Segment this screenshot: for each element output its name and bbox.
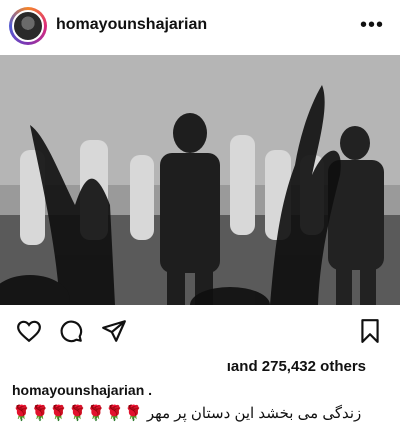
username[interactable]: homayounshajarian xyxy=(56,16,207,34)
concert-photo xyxy=(0,55,400,305)
heart-icon[interactable] xyxy=(16,318,42,344)
comment-icon[interactable] xyxy=(58,318,84,344)
paper-plane-icon[interactable] xyxy=(101,318,127,344)
story-ring[interactable] xyxy=(9,7,47,45)
post-header: homayounshajarian ••• xyxy=(0,0,400,52)
caption-text: زندگی می بخشد این دستان پر مهر 🌹🌹🌹🌹🌹🌹🌹 xyxy=(12,405,362,422)
more-options-icon[interactable]: ••• xyxy=(360,14,384,37)
caption-username[interactable]: homayounshajarian . xyxy=(12,382,152,398)
bookmark-icon[interactable] xyxy=(357,318,383,344)
post-photo[interactable] xyxy=(0,55,400,305)
action-bar xyxy=(0,306,400,354)
avatar[interactable] xyxy=(12,10,44,42)
likes-count[interactable]: ıand 275,432 others xyxy=(227,358,366,375)
